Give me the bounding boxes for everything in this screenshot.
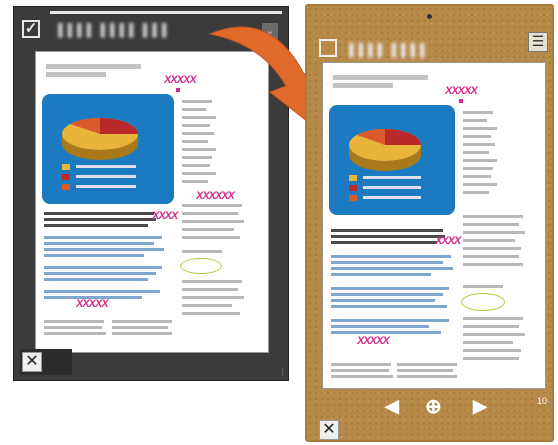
- pie-chart-image: [62, 117, 138, 190]
- delete-icon[interactable]: ✕: [319, 420, 339, 440]
- pie-chart-image: [349, 129, 421, 201]
- handwritten-mark: XXXXX: [76, 298, 109, 310]
- handwritten-mark: XXXXX: [445, 85, 478, 97]
- menu-icon[interactable]: ☰: [528, 32, 548, 52]
- chart-panel: [329, 105, 455, 215]
- page-number: 10: [537, 396, 548, 406]
- next-page-button[interactable]: ▶: [473, 396, 487, 417]
- handwritten-mark: XXXXX: [164, 74, 197, 86]
- resize-grip-icon[interactable]: ⁞: [281, 367, 284, 377]
- cork-board-window: ▐▐▐▐ ▐▐▐▐ ☰ XXXXX XXXX XXXXX ◀ ⊕ ▶ 10 ✕: [305, 4, 554, 442]
- delete-icon[interactable]: ✕: [22, 352, 42, 372]
- document-page-preview: XXXXX XXXX XXXXX: [323, 63, 545, 388]
- handwritten-mark: XXXX: [152, 210, 178, 222]
- select-checkbox[interactable]: ✓: [22, 20, 40, 38]
- handwritten-mark: XXXX: [435, 235, 461, 247]
- select-checkbox[interactable]: [319, 39, 337, 57]
- handwritten-mark: XXXXX: [357, 335, 390, 347]
- chart-panel: [42, 94, 174, 204]
- handwritten-mark: XXXXXX: [196, 190, 235, 202]
- document-title: ▐▐▐▐ ▐▐▐▐ ▐▐▐: [54, 23, 168, 37]
- document-title: ▐▐▐▐ ▐▐▐▐: [345, 43, 426, 57]
- prev-page-button[interactable]: ◀: [385, 396, 399, 417]
- pin-dot: [427, 14, 432, 19]
- highlight-oval: [180, 258, 222, 274]
- highlight-oval: [461, 293, 505, 311]
- add-icon[interactable]: ⊕: [425, 394, 442, 419]
